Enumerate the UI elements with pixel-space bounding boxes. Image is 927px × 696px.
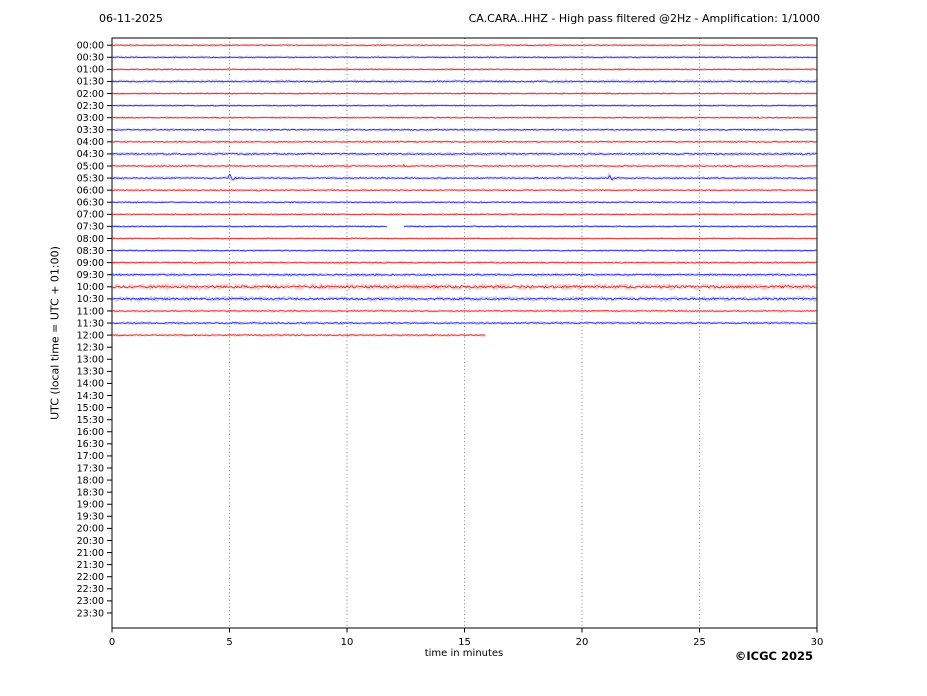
svg-text:20: 20 — [576, 637, 589, 648]
seismogram-figure: 06-11-2025 CA.CARA..HHZ - High pass filt… — [0, 0, 927, 696]
svg-text:03:00: 03:00 — [77, 113, 104, 124]
svg-text:19:30: 19:30 — [77, 512, 104, 523]
svg-text:01:30: 01:30 — [77, 77, 104, 88]
svg-text:15:00: 15:00 — [77, 403, 104, 414]
svg-text:13:00: 13:00 — [77, 355, 104, 366]
copyright: ©ICGC 2025 — [735, 649, 813, 663]
svg-text:10:30: 10:30 — [77, 294, 104, 305]
svg-text:07:30: 07:30 — [77, 222, 104, 233]
svg-text:10: 10 — [341, 637, 354, 648]
svg-text:11:30: 11:30 — [77, 318, 104, 329]
svg-text:12:00: 12:00 — [77, 330, 104, 341]
svg-text:07:00: 07:00 — [77, 210, 104, 221]
svg-text:21:00: 21:00 — [77, 548, 104, 559]
svg-text:04:00: 04:00 — [77, 137, 104, 148]
svg-text:17:00: 17:00 — [77, 451, 104, 462]
svg-text:15: 15 — [458, 637, 471, 648]
svg-text:08:00: 08:00 — [77, 234, 104, 245]
svg-text:06:00: 06:00 — [77, 185, 104, 196]
svg-text:14:00: 14:00 — [77, 379, 104, 390]
svg-text:01:00: 01:00 — [77, 65, 104, 76]
svg-text:11:00: 11:00 — [77, 306, 104, 317]
svg-text:08:30: 08:30 — [77, 246, 104, 257]
svg-text:18:30: 18:30 — [77, 487, 104, 498]
svg-text:12:30: 12:30 — [77, 343, 104, 354]
svg-text:09:30: 09:30 — [77, 270, 104, 281]
svg-text:03:30: 03:30 — [77, 125, 104, 136]
svg-text:15:30: 15:30 — [77, 415, 104, 426]
svg-text:21:30: 21:30 — [77, 560, 104, 571]
svg-text:17:30: 17:30 — [77, 463, 104, 474]
helicorder-plot: 0 5 10 15 20 25 30 00:0000:3001:0001:3002:0002:… — [0, 0, 927, 696]
svg-text:00:00: 00:00 — [77, 41, 104, 52]
svg-text:16:30: 16:30 — [77, 439, 104, 450]
svg-text:0: 0 — [109, 637, 115, 648]
svg-text:16:00: 16:00 — [77, 427, 104, 438]
svg-text:30: 30 — [811, 637, 824, 648]
svg-text:23:30: 23:30 — [77, 608, 104, 619]
svg-text:22:00: 22:00 — [77, 572, 104, 583]
svg-text:23:00: 23:00 — [77, 596, 104, 607]
svg-text:13:30: 13:30 — [77, 367, 104, 378]
svg-text:20:30: 20:30 — [77, 536, 104, 547]
svg-text:05:30: 05:30 — [77, 173, 104, 184]
svg-text:06:30: 06:30 — [77, 198, 104, 209]
svg-text:09:00: 09:00 — [77, 258, 104, 269]
svg-text:00:30: 00:30 — [77, 53, 104, 64]
svg-text:22:30: 22:30 — [77, 584, 104, 595]
svg-text:04:30: 04:30 — [77, 149, 104, 160]
svg-text:25: 25 — [693, 637, 706, 648]
svg-text:19:00: 19:00 — [77, 500, 104, 511]
svg-text:14:30: 14:30 — [77, 391, 104, 402]
svg-text:20:00: 20:00 — [77, 524, 104, 535]
svg-text:05:00: 05:00 — [77, 161, 104, 172]
svg-text:18:00: 18:00 — [77, 475, 104, 486]
x-axis-label: time in minutes — [425, 648, 504, 659]
svg-text:02:30: 02:30 — [77, 101, 104, 112]
svg-text:5: 5 — [226, 637, 232, 648]
svg-text:02:00: 02:00 — [77, 89, 104, 100]
svg-text:10:00: 10:00 — [77, 282, 104, 293]
